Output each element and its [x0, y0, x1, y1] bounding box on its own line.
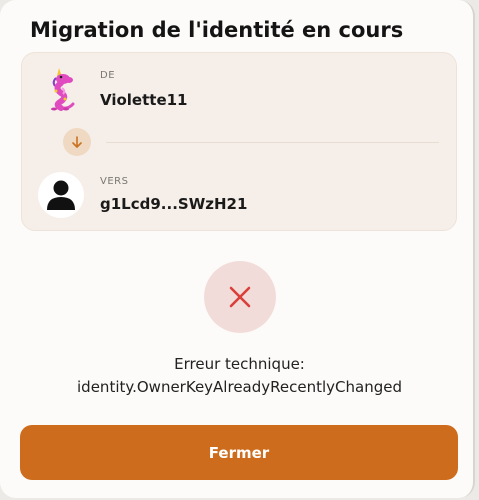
close-button[interactable]: Fermer — [20, 425, 458, 480]
arrow-down-icon — [63, 128, 91, 156]
to-label: VERS — [100, 176, 129, 187]
error-title: Erreur technique: — [174, 355, 305, 373]
from-label: DE — [100, 70, 116, 81]
migration-dialog: Migration de l'identité en cours DE Viol… — [0, 0, 475, 498]
close-x-icon — [229, 286, 251, 308]
from-avatar — [39, 66, 85, 112]
dialog-title: Migration de l'identité en cours — [30, 18, 404, 42]
divider — [106, 142, 439, 143]
to-avatar — [38, 172, 84, 218]
from-identity-name: Violette11 — [100, 91, 188, 109]
unicorn-dragon-avatar-icon — [51, 68, 75, 111]
to-identity-address: g1Lcd9...SWzH21 — [100, 195, 248, 213]
error-code: identity.OwnerKeyAlreadyRecentlyChanged — [77, 378, 402, 396]
migration-card: DE Violette11 VERS g1Lcd9...SWzH21 — [21, 52, 457, 231]
person-silhouette-icon — [47, 180, 75, 210]
error-icon-badge — [204, 261, 276, 333]
